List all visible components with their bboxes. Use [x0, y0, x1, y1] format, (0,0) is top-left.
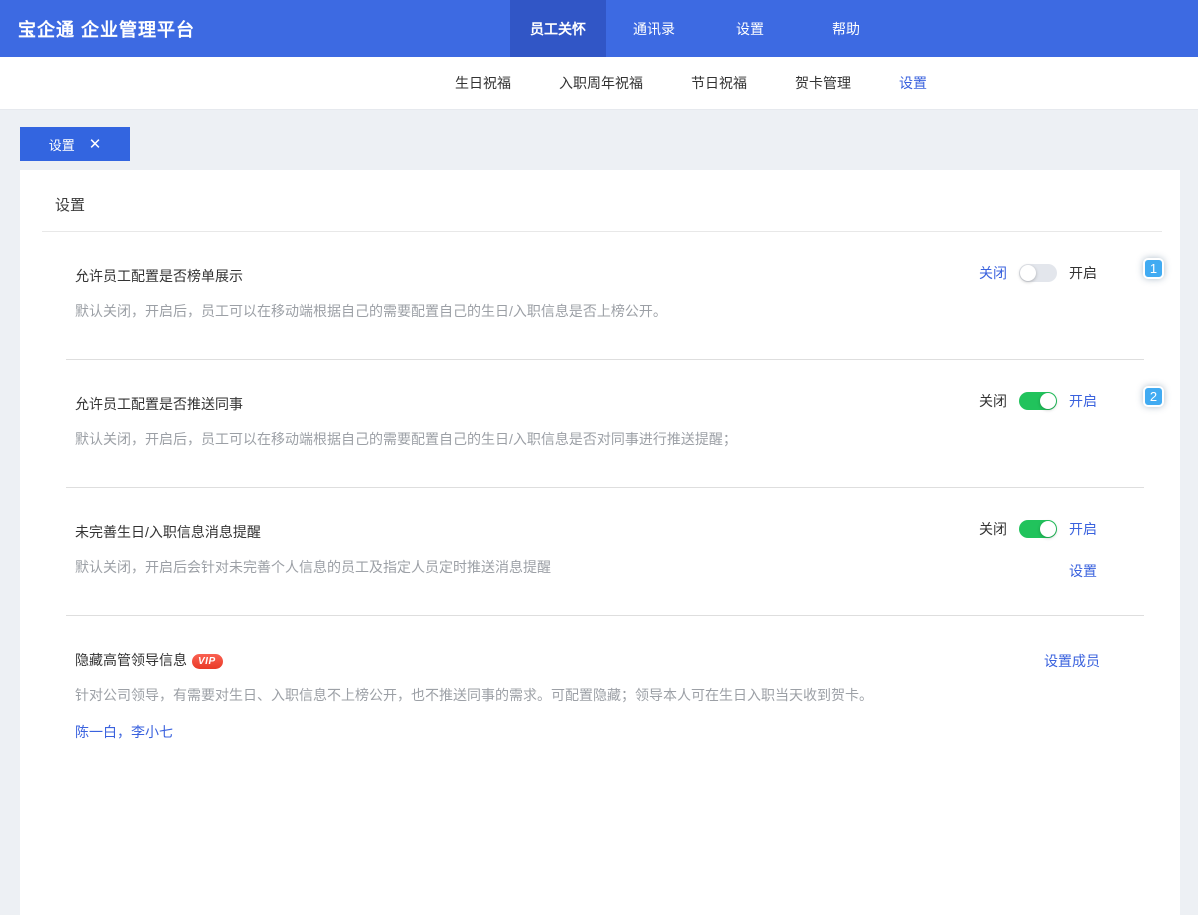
tab-label: 设置 [48, 137, 75, 153]
settings-list: 允许员工配置是否榜单展示 默认关闭，开启后，员工可以在移动端根据自己的需要配置自… [66, 232, 1164, 780]
page-title: 设置 [55, 197, 86, 214]
nav-item-employee-care[interactable]: 员工关怀 [510, 0, 607, 57]
nav-item-contacts[interactable]: 通讯录 [606, 0, 702, 57]
nav-item-label: 员工关怀 [530, 20, 587, 37]
members-link[interactable]: 陈一白，李小七 [75, 722, 1135, 742]
nav-item-label: 通讯录 [633, 20, 676, 37]
toggle-on-label[interactable]: 开启 [1069, 263, 1097, 283]
set-members-link[interactable]: 设置成员 [1044, 651, 1100, 671]
subnav-item-anniversary[interactable]: 入职周年祝福 [559, 73, 643, 93]
vip-badge: VIP [192, 654, 223, 669]
top-nav: 员工关怀 通讯录 设置 帮助 [510, 0, 894, 57]
setting-title: 允许员工配置是否榜单展示 [75, 268, 243, 284]
nav-item-help[interactable]: 帮助 [798, 0, 894, 57]
subnav-item-card-management[interactable]: 贺卡管理 [795, 73, 851, 93]
setting-description: 默认关闭，开启后会针对未完善个人信息的员工及指定人员定时推送消息提醒 [75, 559, 551, 575]
toggle-switch[interactable] [1019, 520, 1057, 538]
toggle-group: 关闭 开启 [979, 389, 1097, 413]
step-badge: 1 [1143, 258, 1164, 279]
nav-item-settings[interactable]: 设置 [702, 0, 798, 57]
nav-item-label: 设置 [736, 20, 765, 37]
setting-title-text: 隐藏高管领导信息 [75, 652, 187, 668]
sub-nav: 生日祝福 入职周年祝福 节日祝福 贺卡管理 设置 [0, 57, 1198, 110]
toggle-group: 关闭 开启 [979, 517, 1097, 541]
reminder-settings-link[interactable]: 设置 [1069, 561, 1097, 581]
setting-description: 默认关闭，开启后，员工可以在移动端根据自己的需要配置自己的生日/入职信息是否对同… [75, 431, 737, 447]
app-title: 宝企通 企业管理平台 [18, 19, 196, 40]
setting-description: 默认关闭，开启后，员工可以在移动端根据自己的需要配置自己的生日/入职信息是否上榜… [75, 303, 667, 319]
settings-panel: 设置 允许员工配置是否榜单展示 默认关闭，开启后，员工可以在移动端根据自己的需要… [20, 170, 1180, 915]
toggle-on-label[interactable]: 开启 [1069, 519, 1097, 539]
toggle-on-label[interactable]: 开启 [1069, 391, 1097, 411]
tab-settings[interactable]: 设置 ✕ [20, 127, 130, 161]
toggle-off-label[interactable]: 关闭 [979, 519, 1007, 539]
setting-row-push-colleagues: 允许员工配置是否推送同事 默认关闭，开启后，员工可以在移动端根据自己的需要配置自… [66, 360, 1164, 488]
subnav-item-settings[interactable]: 设置 [899, 73, 927, 93]
subnav-item-holiday[interactable]: 节日祝福 [691, 73, 747, 93]
toggle-switch[interactable] [1019, 392, 1057, 410]
subnav-item-birthday[interactable]: 生日祝福 [455, 73, 511, 93]
step-badge: 2 [1143, 386, 1164, 407]
toggle-knob [1040, 393, 1056, 409]
nav-item-label: 帮助 [832, 20, 861, 37]
setting-title: 隐藏高管领导信息 VIP [75, 650, 1135, 670]
setting-title: 允许员工配置是否推送同事 [75, 396, 243, 412]
app-header: 宝企通 企业管理平台 员工关怀 通讯录 设置 帮助 [0, 0, 1198, 57]
setting-description: 针对公司领导，有需要对生日、入职信息不上榜公开，也不推送同事的需求。可配置隐藏；… [75, 687, 873, 703]
setting-row-hide-executives: 隐藏高管领导信息 VIP 针对公司领导，有需要对生日、入职信息不上榜公开，也不推送… [66, 616, 1144, 780]
toggle-knob [1020, 265, 1036, 281]
close-icon[interactable]: ✕ [89, 137, 102, 152]
setting-title: 未完善生日/入职信息消息提醒 [75, 524, 261, 540]
toggle-off-label[interactable]: 关闭 [979, 263, 1007, 283]
setting-row-leaderboard-display: 允许员工配置是否榜单展示 默认关闭，开启后，员工可以在移动端根据自己的需要配置自… [66, 232, 1164, 360]
toggle-switch[interactable] [1019, 264, 1057, 282]
toggle-off-label[interactable]: 关闭 [979, 391, 1007, 411]
setting-row-incomplete-info-reminder: 未完善生日/入职信息消息提醒 默认关闭，开启后会针对未完善个人信息的员工及指定人… [66, 488, 1144, 616]
toggle-group: 关闭 开启 [979, 261, 1097, 285]
toggle-knob [1040, 521, 1056, 537]
